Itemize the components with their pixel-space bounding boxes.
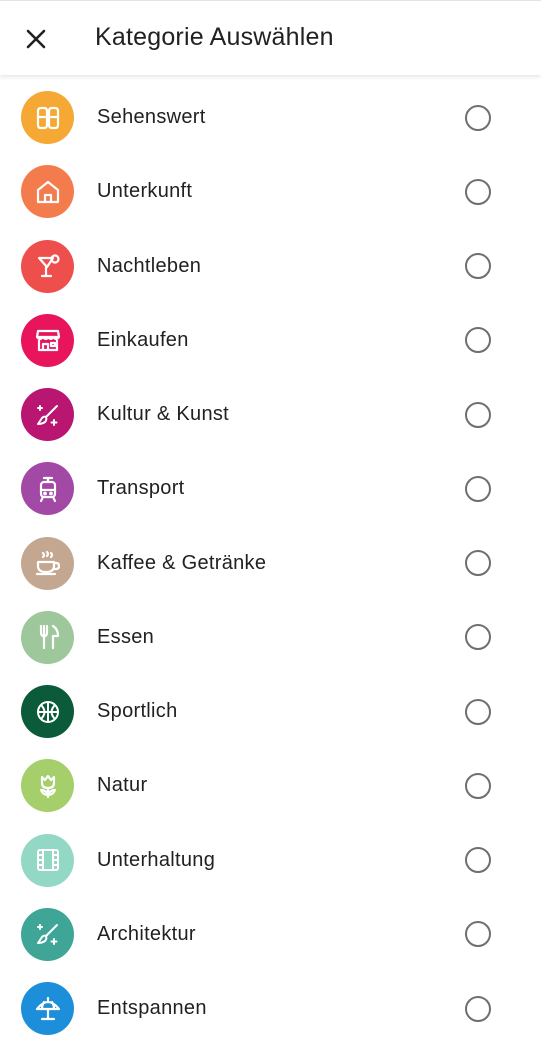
category-row[interactable]: Kaffee & Getränke — [0, 526, 541, 600]
fork-knife-icon — [21, 610, 74, 664]
category-radio[interactable] — [465, 550, 491, 576]
category-radio[interactable] — [465, 178, 491, 205]
category-label: Kultur & Kunst — [97, 403, 230, 425]
close-icon — [26, 29, 46, 49]
category-radio[interactable] — [465, 921, 491, 948]
tram-icon — [21, 462, 74, 516]
category-label: Architektur — [97, 922, 196, 945]
store-icon — [21, 313, 74, 367]
category-row[interactable]: Natur — [0, 748, 541, 822]
category-label: Einkaufen — [97, 328, 189, 351]
category-row[interactable]: Sportlich — [0, 674, 541, 748]
category-row[interactable]: Unterhaltung — [0, 823, 541, 897]
category-radio[interactable] — [465, 401, 491, 428]
category-label: Transport — [97, 477, 185, 500]
category-row[interactable]: Kultur & Kunst — [0, 377, 541, 451]
tulip-icon — [21, 759, 74, 813]
category-label: Essen — [97, 625, 155, 648]
landmark-icon — [21, 91, 74, 144]
category-radio[interactable] — [465, 772, 491, 799]
category-row[interactable]: Entspannen — [0, 971, 541, 1045]
beach-umbrella-icon — [21, 982, 74, 1035]
category-row[interactable]: Unterkunft — [0, 154, 541, 228]
category-radio[interactable] — [465, 327, 491, 354]
category-row[interactable]: Architektur — [0, 897, 541, 971]
cocktail-icon — [21, 239, 74, 293]
basketball-icon — [21, 685, 74, 738]
category-row[interactable]: Transport — [0, 451, 541, 525]
category-radio[interactable] — [465, 104, 491, 131]
category-label: Natur — [97, 774, 148, 797]
category-label: Kaffee & Getränke — [97, 551, 267, 574]
category-row[interactable]: Einkaufen — [0, 303, 541, 377]
film-icon — [21, 833, 74, 887]
category-label: Entspannen — [97, 997, 207, 1019]
category-radio[interactable] — [465, 995, 491, 1022]
brush-sparkle-icon — [21, 907, 74, 961]
category-radio[interactable] — [465, 698, 491, 725]
app-bar: Kategorie Auswählen — [0, 0, 541, 75]
category-row[interactable]: Nachtleben — [0, 229, 541, 303]
category-radio[interactable] — [465, 253, 491, 279]
category-radio[interactable] — [465, 624, 491, 651]
category-label: Unterhaltung — [97, 848, 216, 871]
category-list: Sehenswert Unterkunft Nachtleben Einkaufen K… — [0, 80, 541, 1045]
category-label: Sportlich — [97, 700, 178, 722]
category-radio[interactable] — [465, 847, 491, 873]
brush-sparkle-icon — [21, 388, 74, 441]
page-title: Kategorie Auswählen — [95, 23, 334, 51]
coffee-cup-icon — [21, 536, 74, 590]
category-label: Sehenswert — [97, 106, 206, 128]
category-row[interactable]: Sehenswert — [0, 80, 541, 154]
house-icon — [21, 165, 74, 219]
close-button[interactable] — [14, 17, 58, 61]
category-radio[interactable] — [465, 475, 491, 502]
category-row[interactable]: Essen — [0, 600, 541, 674]
category-label: Unterkunft — [97, 180, 193, 203]
category-label: Nachtleben — [97, 254, 202, 277]
